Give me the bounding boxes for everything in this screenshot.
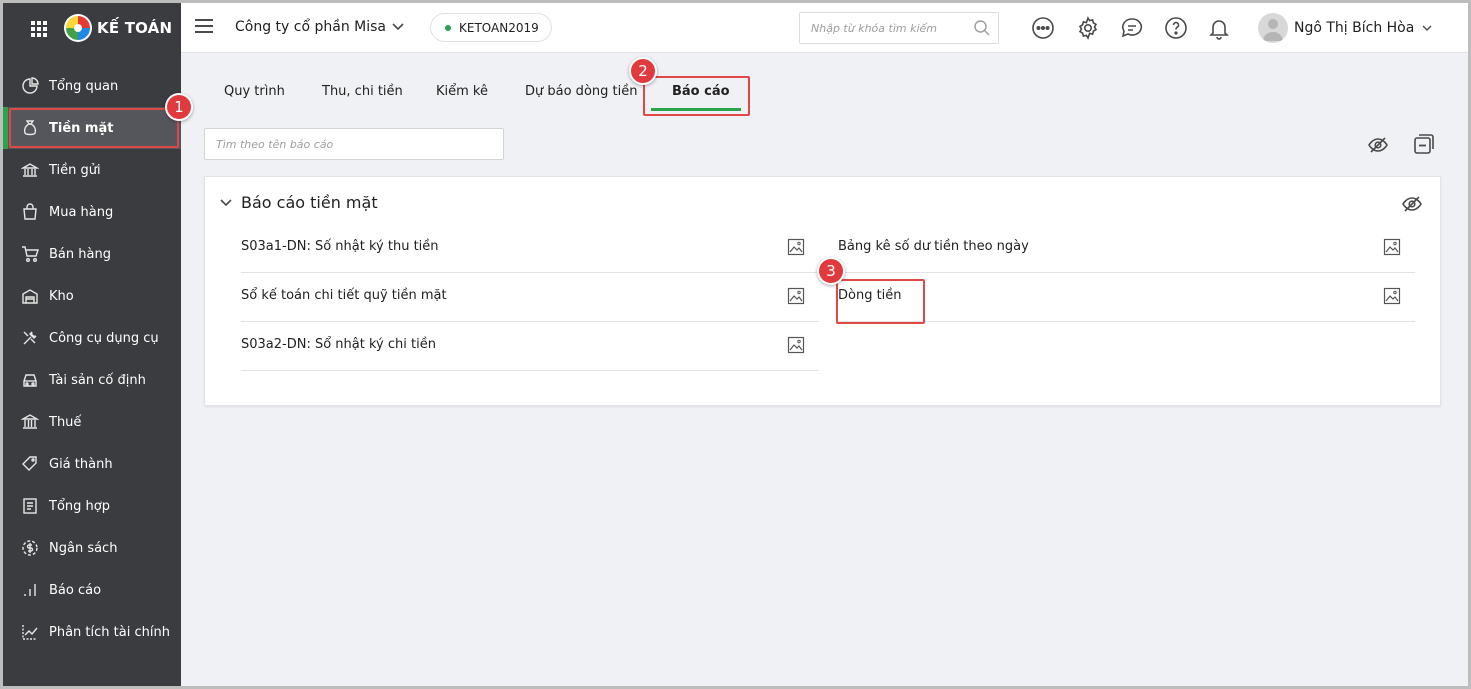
sidebar-item-cong-cu[interactable]: Công cụ dụng cụ bbox=[3, 317, 181, 359]
report-row-dong-tien[interactable]: Dòng tiền bbox=[838, 273, 1415, 322]
sidebar-item-tong-quan[interactable]: Tổng quan bbox=[3, 65, 181, 107]
more-options-icon[interactable] bbox=[1031, 16, 1055, 40]
sidebar-item-mua-hang[interactable]: Mua hàng bbox=[3, 191, 181, 233]
sidebar-item-label: Kho bbox=[49, 288, 74, 304]
avatar[interactable] bbox=[1258, 13, 1288, 43]
sidebar-item-label: Bán hàng bbox=[49, 246, 111, 262]
sidebar-item-bao-cao[interactable]: Báo cáo bbox=[3, 569, 181, 611]
bell-icon[interactable] bbox=[1207, 16, 1231, 40]
bar-chart-icon bbox=[21, 581, 39, 599]
top-header: Công ty cổ phần Misa KETOAN2019 Ngô Thị … bbox=[181, 3, 1468, 53]
sidebar-item-label: Tổng quan bbox=[49, 78, 119, 94]
step-3-badge: 3 bbox=[817, 257, 845, 285]
sidebar-item-label: Ngân sách bbox=[49, 540, 118, 556]
apps-grid-icon[interactable] bbox=[31, 21, 47, 37]
cart-icon bbox=[21, 245, 39, 263]
app-window: KẾ TOÁN Tổng quan Tiền mặt Tiền gửi Mua … bbox=[0, 0, 1471, 689]
tab-du-bao-dong-tien[interactable]: Dự báo dòng tiền bbox=[525, 84, 637, 99]
step-1-badge: 1 bbox=[165, 93, 193, 121]
shopping-bag-icon bbox=[21, 203, 39, 221]
ledger-icon bbox=[21, 497, 39, 515]
line-chart-icon bbox=[21, 623, 39, 641]
chart-pie-icon bbox=[21, 77, 39, 95]
help-icon[interactable] bbox=[1164, 16, 1188, 40]
government-icon bbox=[21, 413, 39, 431]
user-name[interactable]: Ngô Thị Bích Hòa bbox=[1294, 20, 1414, 36]
report-row[interactable]: Bảng kê số dư tiền theo ngày bbox=[838, 224, 1415, 273]
sidebar-item-label: Tài sản cố định bbox=[49, 372, 146, 388]
chat-icon[interactable] bbox=[1120, 16, 1144, 40]
sidebar-item-label: Giá thành bbox=[49, 456, 113, 472]
report-label: S03a2-DN: Sổ nhật ký chi tiền bbox=[241, 337, 436, 352]
sidebar-item-tai-san[interactable]: Tài sản cố định bbox=[3, 359, 181, 401]
sidebar-item-label: Công cụ dụng cụ bbox=[49, 330, 159, 346]
report-row[interactable]: Sổ kế toán chi tiết quỹ tiền mặt bbox=[241, 273, 819, 322]
sidebar-item-thue[interactable]: Thuế bbox=[3, 401, 181, 443]
sidebar-item-label: Tiền mặt bbox=[49, 120, 114, 136]
step-2-badge: 2 bbox=[629, 57, 657, 85]
eye-off-icon[interactable] bbox=[1401, 193, 1423, 215]
misa-logo-icon bbox=[64, 14, 92, 42]
gear-icon[interactable] bbox=[1076, 16, 1100, 40]
sidebar-item-label: Tiền gửi bbox=[49, 162, 101, 178]
image-preview-icon[interactable] bbox=[1383, 287, 1401, 305]
report-row[interactable]: S03a2-DN: Sổ nhật ký chi tiền bbox=[241, 322, 819, 371]
image-preview-icon[interactable] bbox=[1383, 238, 1401, 256]
status-dot-icon bbox=[445, 24, 451, 31]
sidebar-item-tien-mat[interactable]: Tiền mặt bbox=[3, 107, 181, 149]
step-2-highlight bbox=[643, 76, 750, 116]
sidebar-item-label: Tổng hợp bbox=[49, 498, 110, 514]
tab-bar: Quy trình Thu, chi tiền Kiểm kê Dự báo d… bbox=[181, 54, 1468, 116]
image-preview-icon[interactable] bbox=[787, 238, 805, 256]
bank-deposit-icon bbox=[21, 161, 39, 179]
price-tag-icon bbox=[21, 455, 39, 473]
image-preview-icon[interactable] bbox=[787, 287, 805, 305]
hamburger-menu-icon[interactable] bbox=[195, 19, 213, 33]
image-preview-icon[interactable] bbox=[787, 336, 805, 354]
car-icon bbox=[21, 371, 39, 389]
sidebar: KẾ TOÁN Tổng quan Tiền mặt Tiền gửi Mua … bbox=[3, 3, 181, 686]
sidebar-item-label: Thuế bbox=[49, 414, 82, 430]
sidebar-item-kho[interactable]: Kho bbox=[3, 275, 181, 317]
eye-off-icon[interactable] bbox=[1367, 134, 1389, 156]
chevron-down-icon[interactable] bbox=[391, 20, 405, 34]
sidebar-item-tien-gui[interactable]: Tiền gửi bbox=[3, 149, 181, 191]
brand-bar: KẾ TOÁN bbox=[3, 3, 181, 53]
sidebar-item-phan-tich[interactable]: Phân tích tài chính bbox=[3, 611, 181, 653]
collapse-all-icon[interactable] bbox=[1412, 132, 1436, 156]
sidebar-item-label: Báo cáo bbox=[49, 582, 102, 598]
sidebar-nav: Tổng quan Tiền mặt Tiền gửi Mua hàng Bán… bbox=[3, 65, 181, 653]
database-name: KETOAN2019 bbox=[459, 20, 539, 35]
sidebar-item-ngan-sach[interactable]: Ngân sách bbox=[3, 527, 181, 569]
database-selector[interactable]: KETOAN2019 bbox=[430, 13, 552, 42]
warehouse-icon bbox=[21, 287, 39, 305]
company-name[interactable]: Công ty cổ phần Misa bbox=[235, 19, 386, 35]
sidebar-item-tong-hop[interactable]: Tổng hợp bbox=[3, 485, 181, 527]
global-search-input[interactable] bbox=[799, 12, 999, 44]
search-icon[interactable] bbox=[973, 19, 991, 37]
report-label: Dòng tiền bbox=[838, 288, 902, 303]
report-group-title[interactable]: Báo cáo tiền mặt bbox=[241, 193, 378, 212]
brand-name: KẾ TOÁN bbox=[97, 19, 173, 37]
sidebar-item-gia-thanh[interactable]: Giá thành bbox=[3, 443, 181, 485]
report-row[interactable]: S03a1-DN: Số nhật ký thu tiền bbox=[241, 224, 819, 273]
money-bag-icon bbox=[21, 119, 39, 137]
report-label: Bảng kê số dư tiền theo ngày bbox=[838, 239, 1029, 254]
sidebar-item-label: Mua hàng bbox=[49, 204, 114, 220]
chevron-down-icon[interactable] bbox=[219, 196, 233, 210]
tab-quy-trinh[interactable]: Quy trình bbox=[224, 84, 285, 99]
report-label: Sổ kế toán chi tiết quỹ tiền mặt bbox=[241, 288, 447, 303]
report-label: S03a1-DN: Số nhật ký thu tiền bbox=[241, 239, 439, 254]
tab-thu-chi-tien[interactable]: Thu, chi tiền bbox=[322, 84, 403, 99]
report-group-card: Báo cáo tiền mặt S03a1-DN: Số nhật ký th… bbox=[204, 176, 1441, 406]
sidebar-item-label: Phân tích tài chính bbox=[49, 624, 170, 640]
chevron-down-icon[interactable] bbox=[1421, 22, 1433, 34]
sidebar-item-ban-hang[interactable]: Bán hàng bbox=[3, 233, 181, 275]
budget-coin-icon bbox=[21, 539, 39, 557]
tools-icon bbox=[21, 329, 39, 347]
tab-kiem-ke[interactable]: Kiểm kê bbox=[436, 84, 488, 99]
report-search-input[interactable] bbox=[204, 128, 504, 160]
